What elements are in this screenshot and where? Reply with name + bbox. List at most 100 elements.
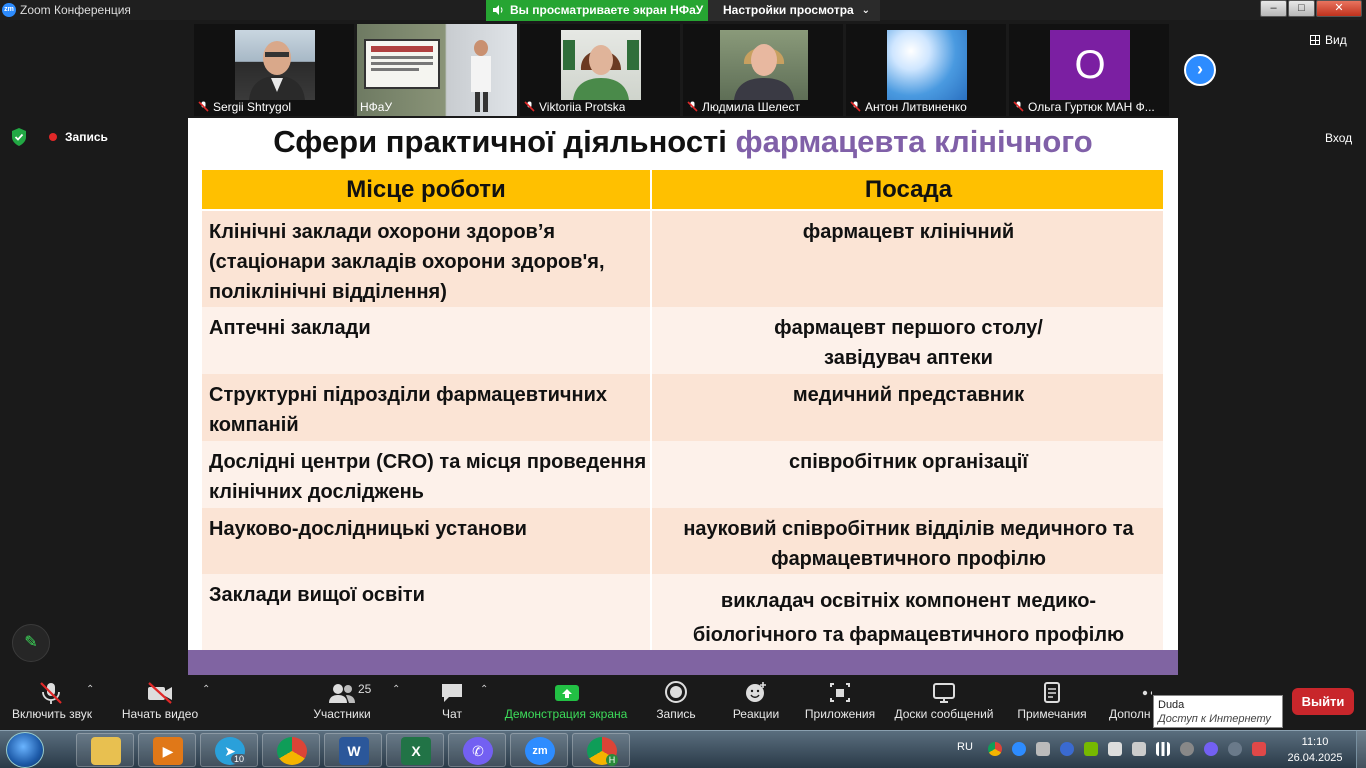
show-desktop-button[interactable]	[1356, 731, 1366, 768]
participant-tile[interactable]: О Ольга Гуртюк МАН Ф...	[1009, 24, 1169, 116]
language-indicator[interactable]: RU	[957, 741, 973, 753]
signin-button[interactable]: Вход	[1325, 131, 1352, 145]
participants-button[interactable]: 25 ⌃ Участники	[306, 676, 400, 730]
participant-tile[interactable]: Viktoriia Protska	[520, 24, 680, 116]
participant-tile[interactable]: Антон Литвиненко	[846, 24, 1006, 116]
leave-button[interactable]: Выйти	[1292, 688, 1354, 715]
cell-place: Клінічні заклади охорони здоров’я (стаці…	[202, 211, 652, 307]
participant-name: Людмила Шелест	[702, 100, 801, 114]
record-icon	[665, 681, 687, 703]
start-video-label: Начать видео	[121, 707, 199, 721]
taskbar-zoom[interactable]: zm	[510, 733, 568, 767]
person-image	[249, 41, 305, 100]
chevron-up-icon[interactable]: ⌃	[392, 684, 400, 695]
cell-position: медичний представник	[792, 384, 1025, 406]
cell-position: науковий співробітник відділів медичного…	[683, 518, 1134, 570]
tray-update-icon[interactable]	[1180, 742, 1194, 756]
participant-avatar-letter: О	[1050, 30, 1130, 100]
apps-icon	[830, 683, 850, 702]
taskbar-viber[interactable]: ✆	[448, 733, 506, 767]
participant-name: Sergii Shtrygol	[213, 100, 292, 114]
taskbar-media-player[interactable]: ▶	[138, 733, 196, 767]
taskbar-chrome[interactable]	[262, 733, 320, 767]
tray-nvidia-icon[interactable]	[1084, 742, 1098, 756]
taskbar-word[interactable]: W	[324, 733, 382, 767]
annotate-pen-icon[interactable]: ✎	[12, 624, 50, 662]
maximize-button[interactable]: □	[1288, 0, 1315, 17]
tray-telegram-icon[interactable]	[1228, 742, 1242, 756]
speaker-icon	[493, 5, 503, 15]
share-banner-text: Вы просматриваете экран НФаУ	[510, 3, 704, 17]
unmute-button[interactable]: ⌃ Включить звук	[0, 676, 104, 730]
view-button[interactable]: Вид	[1310, 33, 1347, 47]
participant-name: Ольга Гуртюк МАН Ф...	[1028, 100, 1155, 114]
apps-button[interactable]: Приложения	[802, 676, 878, 730]
tray-volume-icon[interactable]	[1132, 742, 1146, 756]
participant-tile-active[interactable]: НФаУ	[357, 24, 517, 116]
table-row: Заклади вищої освіти викладач освітніх к…	[202, 574, 1163, 650]
whiteboards-button[interactable]: Доски сообщений	[890, 676, 998, 730]
participant-tile[interactable]: Sergii Shtrygol	[194, 24, 354, 116]
participant-name: Антон Литвиненко	[865, 100, 967, 114]
tray-flag-icon[interactable]	[1108, 742, 1122, 756]
more-button[interactable]: Дополн	[1106, 676, 1152, 730]
whiteboard-icon	[933, 683, 955, 703]
clock-date: 26.04.2025	[1287, 752, 1343, 764]
tray-signal-icon[interactable]	[1156, 742, 1170, 756]
zoom-icon: zm	[525, 737, 555, 765]
more-dots-icon	[1142, 690, 1152, 696]
grid-icon	[1310, 35, 1320, 45]
tray-speaker-muted-icon[interactable]	[1252, 742, 1266, 756]
taskbar-telegram[interactable]: ➤ 10	[200, 733, 258, 767]
taskbar-excel[interactable]: X	[386, 733, 444, 767]
next-participants-button[interactable]: ›	[1184, 54, 1216, 86]
reactions-button[interactable]: Реакции	[730, 676, 782, 730]
start-video-button[interactable]: ⌃ Начать видео	[114, 676, 210, 730]
unmute-label: Включить звук	[11, 707, 93, 721]
muted-mic-icon	[40, 682, 62, 704]
word-icon: W	[339, 737, 369, 765]
recording-label: Запись	[65, 130, 108, 144]
tray-chrome-icon[interactable]	[988, 742, 1002, 756]
tray-clipboard-icon[interactable]	[1036, 742, 1050, 756]
video-off-icon	[148, 682, 172, 704]
notes-button[interactable]: Примечания	[1012, 676, 1092, 730]
share-screen-button[interactable]: Демонстрация экрана	[502, 676, 630, 730]
taskbar-clock[interactable]: 11:10 26.04.2025	[1278, 734, 1352, 766]
chevron-up-icon[interactable]: ⌃	[86, 684, 94, 695]
view-options-button[interactable]: Настройки просмотра ⌄	[708, 0, 880, 21]
cell-position: співробітник організації	[789, 451, 1028, 473]
record-button[interactable]: Запись	[650, 676, 702, 730]
chevron-up-icon[interactable]: ⌃	[202, 684, 210, 695]
apps-label: Приложения	[804, 707, 876, 721]
chat-button[interactable]: ⌃ Чат	[430, 676, 488, 730]
chrome-icon	[277, 737, 307, 765]
slide-title: Сфери практичної діяльності фармацевта к…	[188, 124, 1178, 160]
taskbar-chrome-profile[interactable]: H	[572, 733, 630, 767]
cell-place: Структурні підрозділи фармацевтичних ком…	[202, 374, 652, 441]
tray-bluetooth-icon[interactable]	[1060, 742, 1074, 756]
minimize-button[interactable]: –	[1260, 0, 1287, 17]
excel-icon: X	[401, 737, 431, 765]
tooltip-title: Duda	[1158, 699, 1185, 711]
tray-zoom-icon[interactable]	[1012, 742, 1026, 756]
chat-icon	[442, 684, 462, 702]
taskbar-explorer[interactable]	[76, 733, 134, 767]
person-image	[563, 40, 639, 100]
table-row: Структурні підрозділи фармацевтичних ком…	[202, 374, 1163, 441]
tray-viber-icon[interactable]	[1204, 742, 1218, 756]
participant-video	[561, 30, 641, 100]
network-tooltip: Duda Доступ к Интернету	[1153, 695, 1283, 728]
share-screen-icon	[555, 685, 579, 701]
chevron-up-icon[interactable]: ⌃	[480, 684, 488, 695]
windows-taskbar: ▶ ➤ 10 W X ✆ zm H RU 11:10 26.04.2025	[0, 730, 1366, 768]
participant-video	[235, 30, 315, 100]
participant-tile[interactable]: Людмила Шелест	[683, 24, 843, 116]
participant-name: Viktoriia Protska	[539, 100, 626, 114]
record-label: Запись	[656, 707, 696, 721]
more-label: Дополн	[1109, 707, 1151, 721]
close-button[interactable]: ✕	[1316, 0, 1362, 17]
share-banner: Вы просматриваете экран НФаУ	[486, 0, 708, 21]
table-row: Науково-дослідницькі установи науковий с…	[202, 508, 1163, 574]
start-button-windows-icon[interactable]	[6, 732, 44, 768]
